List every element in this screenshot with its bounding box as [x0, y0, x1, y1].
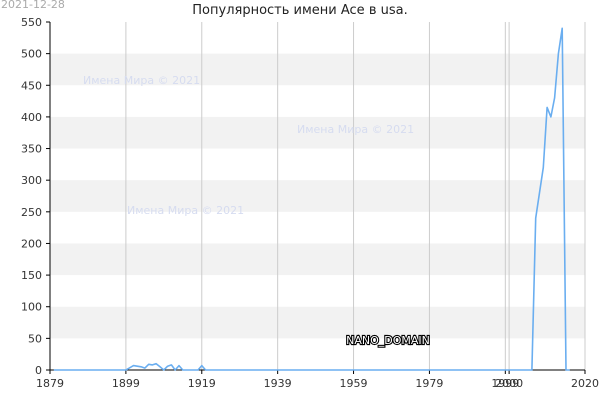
y-tick-label: 50	[28, 332, 42, 345]
x-tick-label: 1919	[188, 377, 216, 390]
y-tick-label: 550	[21, 16, 42, 29]
watermark-2: Имена Мира © 2021	[297, 123, 414, 136]
y-tick-label: 200	[21, 237, 42, 250]
x-tick-label: 2000	[495, 377, 523, 390]
nano-domain-label: NANO_DOMAIN	[346, 334, 430, 347]
x-tick-label: 2020	[571, 377, 599, 390]
y-axis-ticks: 0 50 100 150 200 250 300 350 400 450 500 550	[21, 16, 50, 377]
x-axis-ticks: 1879 1899 1919 1939 1959 1979 19992000 2020	[36, 370, 599, 390]
y-tick-label: 250	[21, 206, 42, 219]
y-tick-label: 150	[21, 269, 42, 282]
popularity-line-chart: 2021-12-28 Популярность имени Ace в usa.…	[1, 0, 599, 390]
chart-title: Популярность имени Ace в usa.	[192, 3, 407, 18]
y-tick-label: 0	[35, 364, 42, 377]
plot-band	[50, 243, 585, 276]
x-tick-label: 1939	[264, 377, 292, 390]
date-stamp: 2021-12-28	[1, 0, 65, 11]
y-tick-label: 300	[21, 174, 42, 187]
y-tick-label: 100	[21, 301, 42, 314]
x-tick-label: 1979	[415, 377, 443, 390]
plot-background-bands	[50, 53, 585, 339]
plot-band	[50, 306, 585, 339]
y-tick-label: 400	[21, 111, 42, 124]
y-tick-label: 350	[21, 143, 42, 156]
watermark-3: Имена Мира © 2021	[127, 204, 244, 217]
x-tick-label: 1959	[340, 377, 368, 390]
x-tick-label: 1879	[36, 377, 64, 390]
y-tick-label: 450	[21, 79, 42, 92]
y-tick-label: 500	[21, 48, 42, 61]
x-tick-label: 1899	[112, 377, 140, 390]
watermark-1: Имена Мира © 2021	[83, 74, 200, 87]
